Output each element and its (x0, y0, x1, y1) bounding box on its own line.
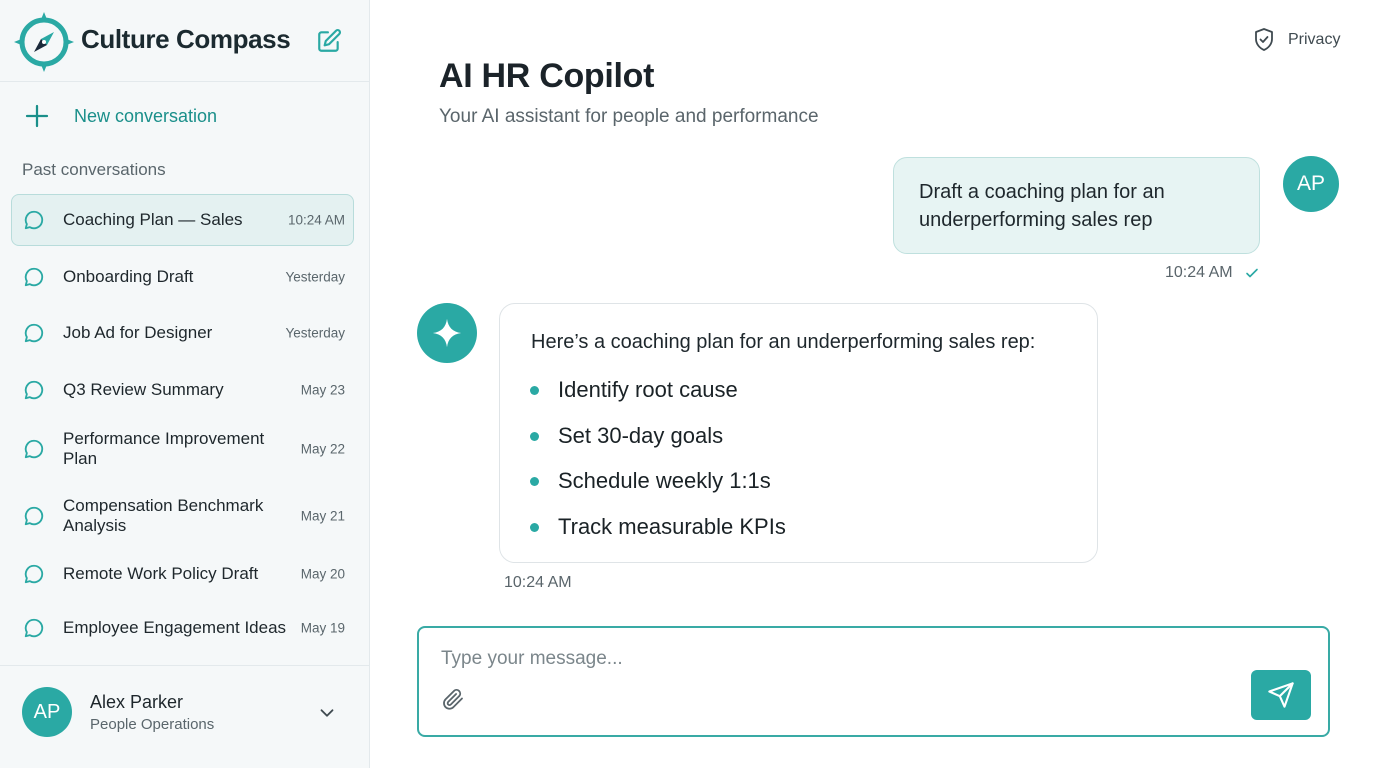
page-title: AI HR Copilot (439, 57, 655, 95)
conversation-title: Remote Work Policy Draft (63, 564, 259, 583)
conversation-item[interactable]: Compensation Benchmark Analysis May 21 (11, 490, 354, 542)
conversation-time: Yesterday (285, 269, 345, 285)
chat-bubble-icon (24, 564, 44, 584)
brand-header: Culture Compass (0, 0, 369, 82)
new-chat-button[interactable] (315, 27, 343, 55)
chat-bubble-icon (24, 323, 44, 343)
message-timestamp: 10:24 AM (1165, 264, 1233, 281)
bullet-dot (530, 386, 539, 395)
message-input[interactable] (441, 644, 1221, 674)
conversation-title: Job Ad for Designer (63, 323, 213, 342)
bullet-text: Track measurable KPIs (558, 513, 786, 539)
conversation-time: May 20 (300, 566, 345, 582)
user-message-bubble: Draft a coaching plan for an underperfor… (893, 157, 1260, 254)
chat-bubble-icon (24, 439, 44, 459)
send-button[interactable] (1251, 670, 1311, 720)
conversation-time: 10:24 AM (287, 212, 345, 228)
assistant-message-intro: Here’s a coaching plan for an underperfo… (531, 331, 1036, 353)
conversation-title: Coaching Plan — Sales (63, 210, 243, 229)
chat-bubble-icon (24, 506, 44, 526)
conversation-title: Onboarding Draft (63, 267, 194, 286)
bullet-text: Set 30-day goals (558, 422, 724, 448)
assistant-avatar (417, 303, 477, 363)
bullet-text: Identify root cause (558, 377, 738, 402)
privacy-label: Privacy (1288, 31, 1341, 48)
page-subtitle: Your AI assistant for people and perform… (439, 106, 819, 127)
conversation-item[interactable]: Coaching Plan — Sales 10:24 AM (11, 194, 354, 246)
conversation-item[interactable]: Onboarding Draft Yesterday (11, 251, 354, 303)
chat-bubble-icon (24, 380, 44, 400)
assistant-message-bubble: Here’s a coaching plan for an underperfo… (499, 303, 1098, 563)
conversation-title: Compensation Benchmark Analysis (63, 496, 264, 535)
conversation-item[interactable]: Job Ad for Designer Yesterday (11, 307, 354, 359)
list-item: Set 30-day goals (530, 422, 786, 468)
edit-icon (318, 29, 341, 52)
list-item: Track measurable KPIs (530, 513, 786, 559)
past-conversations-heading: Past conversations (22, 160, 166, 179)
bullet-dot (530, 431, 539, 441)
plus-icon (25, 104, 49, 128)
privacy-link[interactable]: Privacy (1252, 27, 1340, 53)
conversation-item[interactable]: Remote Work Policy Draft May 20 (11, 548, 354, 600)
send-icon (1268, 682, 1294, 708)
avatar: AP (22, 687, 72, 737)
user-role: People Operations (90, 716, 215, 733)
avatar: AP (1283, 156, 1339, 212)
bullet-text: Schedule weekly 1:1s (558, 468, 771, 493)
conversation-time: May 19 (300, 620, 345, 636)
chat-bubble-icon (24, 618, 44, 638)
conversation-item[interactable]: Employee Engagement Ideas May 19 (11, 602, 354, 654)
check-icon (1246, 268, 1258, 278)
message-timestamp: 10:24 AM (504, 574, 572, 591)
user-profile[interactable]: AP Alex Parker People Operations (0, 665, 369, 768)
new-conversation-button[interactable]: New conversation (22, 100, 217, 132)
sidebar: Culture Compass New conversation Past co… (0, 0, 370, 768)
conversation-item[interactable]: Performance Improvement Plan May 22 (11, 423, 354, 475)
list-item: Schedule weekly 1:1s (530, 467, 786, 513)
conversation-title: Q3 Review Summary (63, 380, 224, 399)
conversation-item[interactable]: Q3 Review Summary May 23 (11, 364, 354, 416)
conversation-title: Performance Improvement Plan (63, 429, 265, 468)
assistant-bullet-list: Identify root cause Set 30-day goals Sch… (530, 376, 786, 558)
chevron-down-icon[interactable] (316, 702, 338, 724)
chat-bubble-icon (24, 267, 44, 287)
conversation-time: May 22 (300, 441, 345, 457)
user-message-text: Draft a coaching plan for an underperfor… (919, 181, 1165, 231)
bullet-dot (530, 522, 539, 532)
conversation-time: May 23 (300, 382, 345, 398)
sparkle-icon (432, 318, 462, 348)
conversation-title: Employee Engagement Ideas (63, 618, 287, 637)
chat-bubble-icon (24, 210, 44, 230)
shield-icon (1255, 28, 1273, 51)
message-composer (417, 626, 1330, 737)
list-item: Identify root cause (530, 376, 786, 422)
new-conversation-label: New conversation (74, 105, 218, 126)
conversation-time: Yesterday (285, 325, 345, 341)
compass-icon (14, 12, 74, 72)
app-name: Culture Compass (81, 24, 291, 54)
bullet-dot (530, 477, 539, 486)
conversation-time: May 21 (300, 508, 345, 524)
user-name: Alex Parker (90, 692, 184, 712)
paperclip-icon[interactable] (441, 686, 465, 712)
